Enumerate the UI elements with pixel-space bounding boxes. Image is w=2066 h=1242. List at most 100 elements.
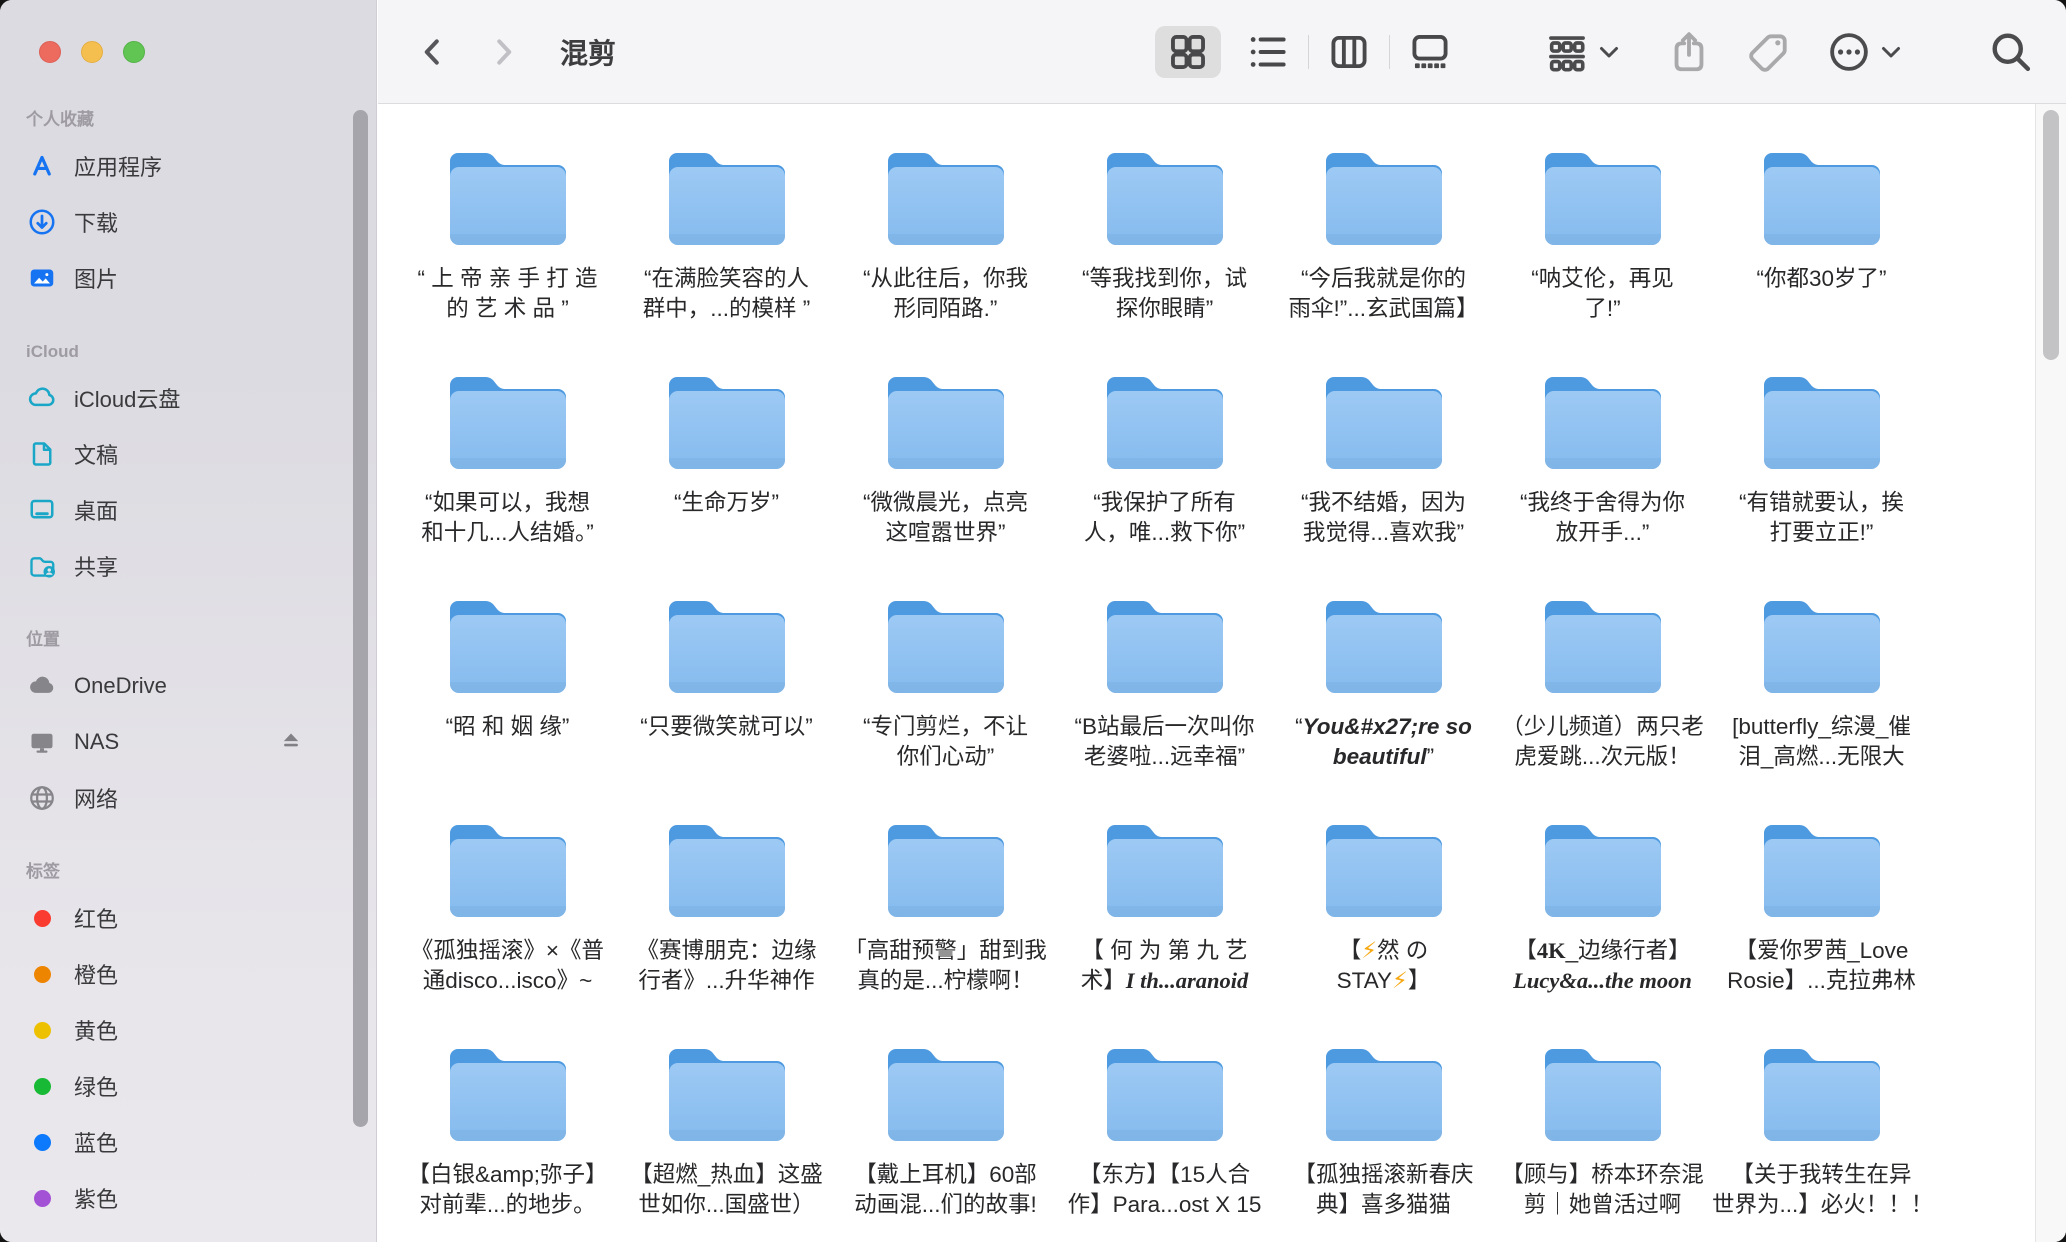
folder-label: “有错就要认，挨打要立正!” xyxy=(1712,488,1931,548)
folder-tile[interactable]: 【戴上耳机】60部动画混...们的故事! xyxy=(836,1042,1055,1242)
view-mode-icon-view[interactable] xyxy=(1148,24,1228,80)
folder-tile[interactable]: [butterfly_综漫_催泪_高燃...无限大 xyxy=(1712,594,1931,818)
globe-icon xyxy=(26,782,58,814)
shared-folder-icon xyxy=(26,550,58,582)
sidebar-item-display[interactable]: NAS xyxy=(14,714,354,770)
folder-tile[interactable]: 【孤独摇滚新春庆典】喜多猫猫 xyxy=(1274,1042,1493,1242)
view-mode-gallery-view[interactable] xyxy=(1390,24,1470,80)
sidebar-item-appstore[interactable]: 应用程序 xyxy=(14,138,354,194)
folder-icon xyxy=(1318,1042,1450,1146)
folder-label: “只要微笑就可以” xyxy=(617,712,836,742)
folder-tile[interactable]: “等我找到你，试探你眼睛” xyxy=(1055,146,1274,370)
toolbar-tags-button[interactable] xyxy=(1746,29,1792,75)
zoom-button[interactable] xyxy=(123,41,145,63)
ellipsis-icon xyxy=(1826,29,1872,75)
folder-tile[interactable]: 【爱你罗茜_LoveRosie】...克拉弗林 xyxy=(1712,818,1931,1042)
toolbar-more-button[interactable] xyxy=(1826,29,1903,75)
folder-tile[interactable]: “B站最后一次叫你老婆啦...远幸福” xyxy=(1055,594,1274,818)
folder-label: 【孤独摇滚新春庆典】喜多猫猫 xyxy=(1274,1160,1493,1220)
sidebar-item-photos[interactable]: 图片 xyxy=(14,250,354,306)
sidebar-item-document[interactable]: 文稿 xyxy=(14,426,354,482)
sidebar-item-icloud[interactable]: iCloud云盘 xyxy=(14,370,354,426)
folder-tile[interactable]: 【4K_边缘行者】Lucy&a...the moon xyxy=(1493,818,1712,1042)
folder-tile[interactable]: “我不结婚，因为我觉得...喜欢我” xyxy=(1274,370,1493,594)
folder-tile[interactable]: 【顾与】桥本环奈混剪｜她曾活过啊 xyxy=(1493,1042,1712,1242)
folder-icon xyxy=(1099,594,1231,698)
sidebar-scrollbar[interactable] xyxy=(353,110,368,1127)
sidebar-item-tag[interactable]: 蓝色 xyxy=(14,1114,354,1170)
tag-dot-icon xyxy=(26,1182,58,1214)
sidebar-item-shared-folder[interactable]: 共享 xyxy=(14,538,354,594)
window-title: 混剪 xyxy=(560,32,616,72)
sidebar-item-label: 共享 xyxy=(74,550,118,582)
sidebar-item-tag[interactable]: 橙色 xyxy=(14,946,354,1002)
tag-icon xyxy=(1746,29,1792,75)
sidebar-item-label: 下载 xyxy=(74,206,118,238)
folder-tile[interactable]: “ 上 帝 亲 手 打 造的 艺 术 品 ” xyxy=(398,146,617,370)
folder-icon xyxy=(442,370,574,474)
folder-tile[interactable]: “你都30岁了” xyxy=(1712,146,1931,370)
folder-tile[interactable]: “昭 和 姻 缘” xyxy=(398,594,617,818)
folder-label: 「高甜预警」甜到我真的是...柠檬啊！ xyxy=(836,936,1055,996)
folder-icon xyxy=(442,146,574,250)
folder-tile[interactable]: 【东方】【15人合作】Para...ost X 15 xyxy=(1055,1042,1274,1242)
folder-tile[interactable]: 【⚡然 のSTAY⚡】 xyxy=(1274,818,1493,1042)
photos-icon xyxy=(26,262,58,294)
sidebar-section: 位置 OneDriveNAS网络 xyxy=(14,628,354,826)
close-button[interactable] xyxy=(39,41,61,63)
folder-tile[interactable]: 【超燃_热血】这盛世如你...国盛世） xyxy=(617,1042,836,1242)
folder-tile[interactable]: 「高甜预警」甜到我真的是...柠檬啊！ xyxy=(836,818,1055,1042)
folder-icon xyxy=(1537,370,1669,474)
sidebar-item-globe[interactable]: 网络 xyxy=(14,770,354,826)
folder-tile[interactable]: 【白银&amp;弥子】对前辈...的地步。 xyxy=(398,1042,617,1242)
forward-button[interactable] xyxy=(488,35,518,69)
sidebar-item-download[interactable]: 下载 xyxy=(14,194,354,250)
eject-icon[interactable] xyxy=(278,729,304,755)
folder-icon xyxy=(661,594,793,698)
folder-icon xyxy=(1099,1042,1231,1146)
folder-tile[interactable]: “生命万岁” xyxy=(617,370,836,594)
folder-tile[interactable]: “在满脸笑容的人群中，...的模样 ” xyxy=(617,146,836,370)
toolbar-share-button[interactable] xyxy=(1666,29,1712,75)
folder-tile[interactable]: “今后我就是你的雨伞!”...玄武国篇】 xyxy=(1274,146,1493,370)
folder-tile[interactable]: “专门剪烂，不让你们心动” xyxy=(836,594,1055,818)
folder-icon xyxy=(442,1042,574,1146)
folder-tile[interactable]: 【关于我转生在异世界为...】必火！！！ xyxy=(1712,1042,1931,1242)
sidebar-item-desktop[interactable]: 桌面 xyxy=(14,482,354,538)
folder-label: “我终于舍得为你放开手...” xyxy=(1493,488,1712,548)
content-scrollbar[interactable] xyxy=(2043,110,2059,360)
sidebar-item-tag[interactable]: 红色 xyxy=(14,890,354,946)
sidebar-section-header: 位置 xyxy=(14,628,354,652)
sidebar-item-tag[interactable]: 绿色 xyxy=(14,1058,354,1114)
folder-tile[interactable]: “微微晨光，点亮这喧嚣世界” xyxy=(836,370,1055,594)
sidebar-item-cloud[interactable]: OneDrive xyxy=(14,658,354,714)
folder-tile[interactable]: （少儿频道）两只老虎爱跳...次元版！ xyxy=(1493,594,1712,818)
toolbar-search-button[interactable] xyxy=(1988,29,2034,75)
tag-color-dot xyxy=(34,910,51,927)
folder-tile[interactable]: “有错就要认，挨打要立正!” xyxy=(1712,370,1931,594)
folder-tile[interactable]: “我终于舍得为你放开手...” xyxy=(1493,370,1712,594)
folder-icon xyxy=(880,370,1012,474)
view-mode-list-view[interactable] xyxy=(1228,24,1308,80)
folder-label: “在满脸笑容的人群中，...的模样 ” xyxy=(617,264,836,324)
back-button[interactable] xyxy=(418,35,448,69)
folder-tile[interactable]: 《赛博朋克：边缘行者》...升华神作 xyxy=(617,818,836,1042)
folder-tile[interactable]: “You&#x27;re sobeautiful” xyxy=(1274,594,1493,818)
toolbar-group-button[interactable] xyxy=(1544,29,1621,75)
folder-tile[interactable]: “我保护了所有人，唯...救下你” xyxy=(1055,370,1274,594)
minimize-button[interactable] xyxy=(81,41,103,63)
folder-tile[interactable]: “如果可以，我想和十几...人结婚。” xyxy=(398,370,617,594)
folder-tile[interactable]: 【 何 为 第 九 艺术】I th...aranoid xyxy=(1055,818,1274,1042)
sidebar-section: iCloudiCloud云盘文稿桌面共享 xyxy=(14,340,354,594)
folder-tile[interactable]: “只要微笑就可以” xyxy=(617,594,836,818)
view-mode-column-view[interactable] xyxy=(1309,24,1389,80)
sidebar-item-tag[interactable]: 紫色 xyxy=(14,1170,354,1226)
folder-tile[interactable]: “呐艾伦，再见了!” xyxy=(1493,146,1712,370)
folder-label: 【超燃_热血】这盛世如你...国盛世） xyxy=(617,1160,836,1220)
display-icon xyxy=(26,726,58,758)
folder-label: 【 何 为 第 九 艺术】I th...aranoid xyxy=(1055,936,1274,996)
folder-tile[interactable]: “从此往后，你我形同陌路.” xyxy=(836,146,1055,370)
folder-tile[interactable]: 《孤独摇滚》×《普通disco...isco》~ xyxy=(398,818,617,1042)
tag-dot-icon xyxy=(26,958,58,990)
sidebar-item-tag[interactable]: 黄色 xyxy=(14,1002,354,1058)
